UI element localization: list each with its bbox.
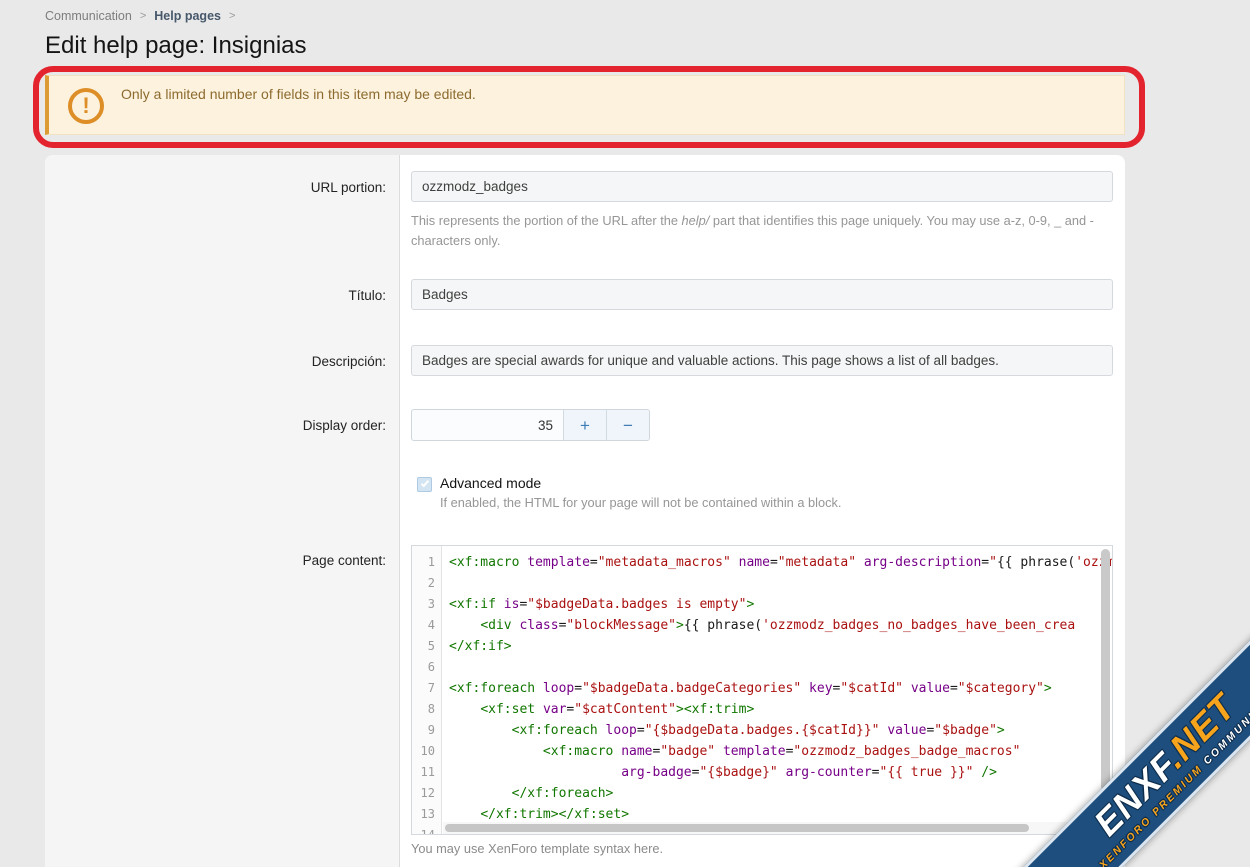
breadcrumb-item[interactable]: Help pages [154, 9, 221, 23]
advanced-mode-hint: If enabled, the HTML for your page will … [440, 495, 841, 510]
line-number: 6 [412, 657, 441, 678]
code-line: <xf:macro name="badge" template="ozzmodz… [449, 741, 1112, 762]
breadcrumb-separator-icon: > [140, 10, 146, 22]
code-line: </xf:if> [449, 636, 1112, 657]
url-portion-input[interactable] [411, 171, 1113, 202]
horizontal-scrollbar-thumb[interactable] [445, 824, 1029, 832]
code-line: <xf:macro template="metadata_macros" nam… [449, 552, 1112, 573]
breadcrumb-item[interactable]: Communication [45, 9, 132, 23]
page-content-footer-hint: You may use XenForo template syntax here… [411, 841, 663, 856]
line-number: 14 [412, 825, 441, 835]
advanced-mode-label[interactable]: Advanced mode [440, 475, 541, 491]
line-number: 12 [412, 783, 441, 804]
url-hint-before: This represents the portion of the URL a… [411, 213, 682, 228]
code-lines: <xf:macro template="metadata_macros" nam… [443, 546, 1112, 835]
titulo-input[interactable] [411, 279, 1113, 310]
url-portion-label: URL portion: [45, 180, 386, 195]
editor-horizontal-scrollbar [443, 822, 1112, 834]
line-number: 2 [412, 573, 441, 594]
line-number: 9 [412, 720, 441, 741]
notice-text: Only a limited number of fields in this … [121, 86, 476, 102]
line-number: 5 [412, 636, 441, 657]
checkmark-icon [421, 479, 429, 488]
line-number: 11 [412, 762, 441, 783]
line-number: 8 [412, 699, 441, 720]
line-number: 7 [412, 678, 441, 699]
code-line [449, 657, 1112, 678]
code-line: </xf:foreach> [449, 783, 1112, 804]
code-line: arg-badge="{$badge}" arg-counter="{{ tru… [449, 762, 1112, 783]
url-hint-italic: help/ [682, 213, 710, 228]
code-line: <xf:if is="$badgeData.badges is empty"> [449, 594, 1112, 615]
url-portion-hint: This represents the portion of the URL a… [411, 211, 1113, 251]
increment-button[interactable]: + [563, 410, 606, 440]
breadcrumb: Communication > Help pages > [45, 9, 243, 23]
line-number: 10 [412, 741, 441, 762]
advanced-mode-checkbox[interactable] [417, 477, 432, 492]
page-content-code-editor[interactable]: 1234567891011121314 <xf:macro template="… [411, 545, 1113, 835]
line-number: 1 [412, 552, 441, 573]
descripcion-label: Descripción: [45, 354, 386, 369]
display-order-input[interactable] [412, 410, 563, 440]
page-title: Edit help page: Insignias [45, 32, 307, 60]
titulo-label: Título: [45, 288, 386, 303]
display-order-label: Display order: [45, 418, 386, 433]
code-line: <xf:foreach loop="$badgeData.badgeCatego… [449, 678, 1112, 699]
exclamation-circle-icon: ! [68, 88, 104, 124]
code-line [449, 573, 1112, 594]
code-line: <xf:foreach loop="{$badgeData.badges.{$c… [449, 720, 1112, 741]
breadcrumb-separator-icon: > [229, 10, 235, 22]
limited-edit-notice: ! Only a limited number of fields in thi… [45, 75, 1125, 135]
line-number: 3 [412, 594, 441, 615]
page-content-label: Page content: [45, 553, 386, 568]
line-number: 4 [412, 615, 441, 636]
watermark-subtitle-white: COMMUNITY [1201, 697, 1250, 767]
display-order-stepper: + − [411, 409, 650, 441]
watermark-title-orange: .NET [1153, 685, 1243, 775]
line-number: 13 [412, 804, 441, 825]
editor-line-number-gutter: 1234567891011121314 [412, 546, 442, 835]
form-label-column [45, 155, 400, 867]
decrement-button[interactable]: − [606, 410, 649, 440]
code-line: <div class="blockMessage">{{ phrase('ozz… [449, 615, 1112, 636]
edit-help-page-form: URL portion: This represents the portion… [45, 155, 1125, 867]
code-line: <xf:set var="$catContent"><xf:trim> [449, 699, 1112, 720]
vertical-scrollbar-thumb[interactable] [1101, 549, 1110, 791]
descripcion-input[interactable] [411, 345, 1113, 376]
